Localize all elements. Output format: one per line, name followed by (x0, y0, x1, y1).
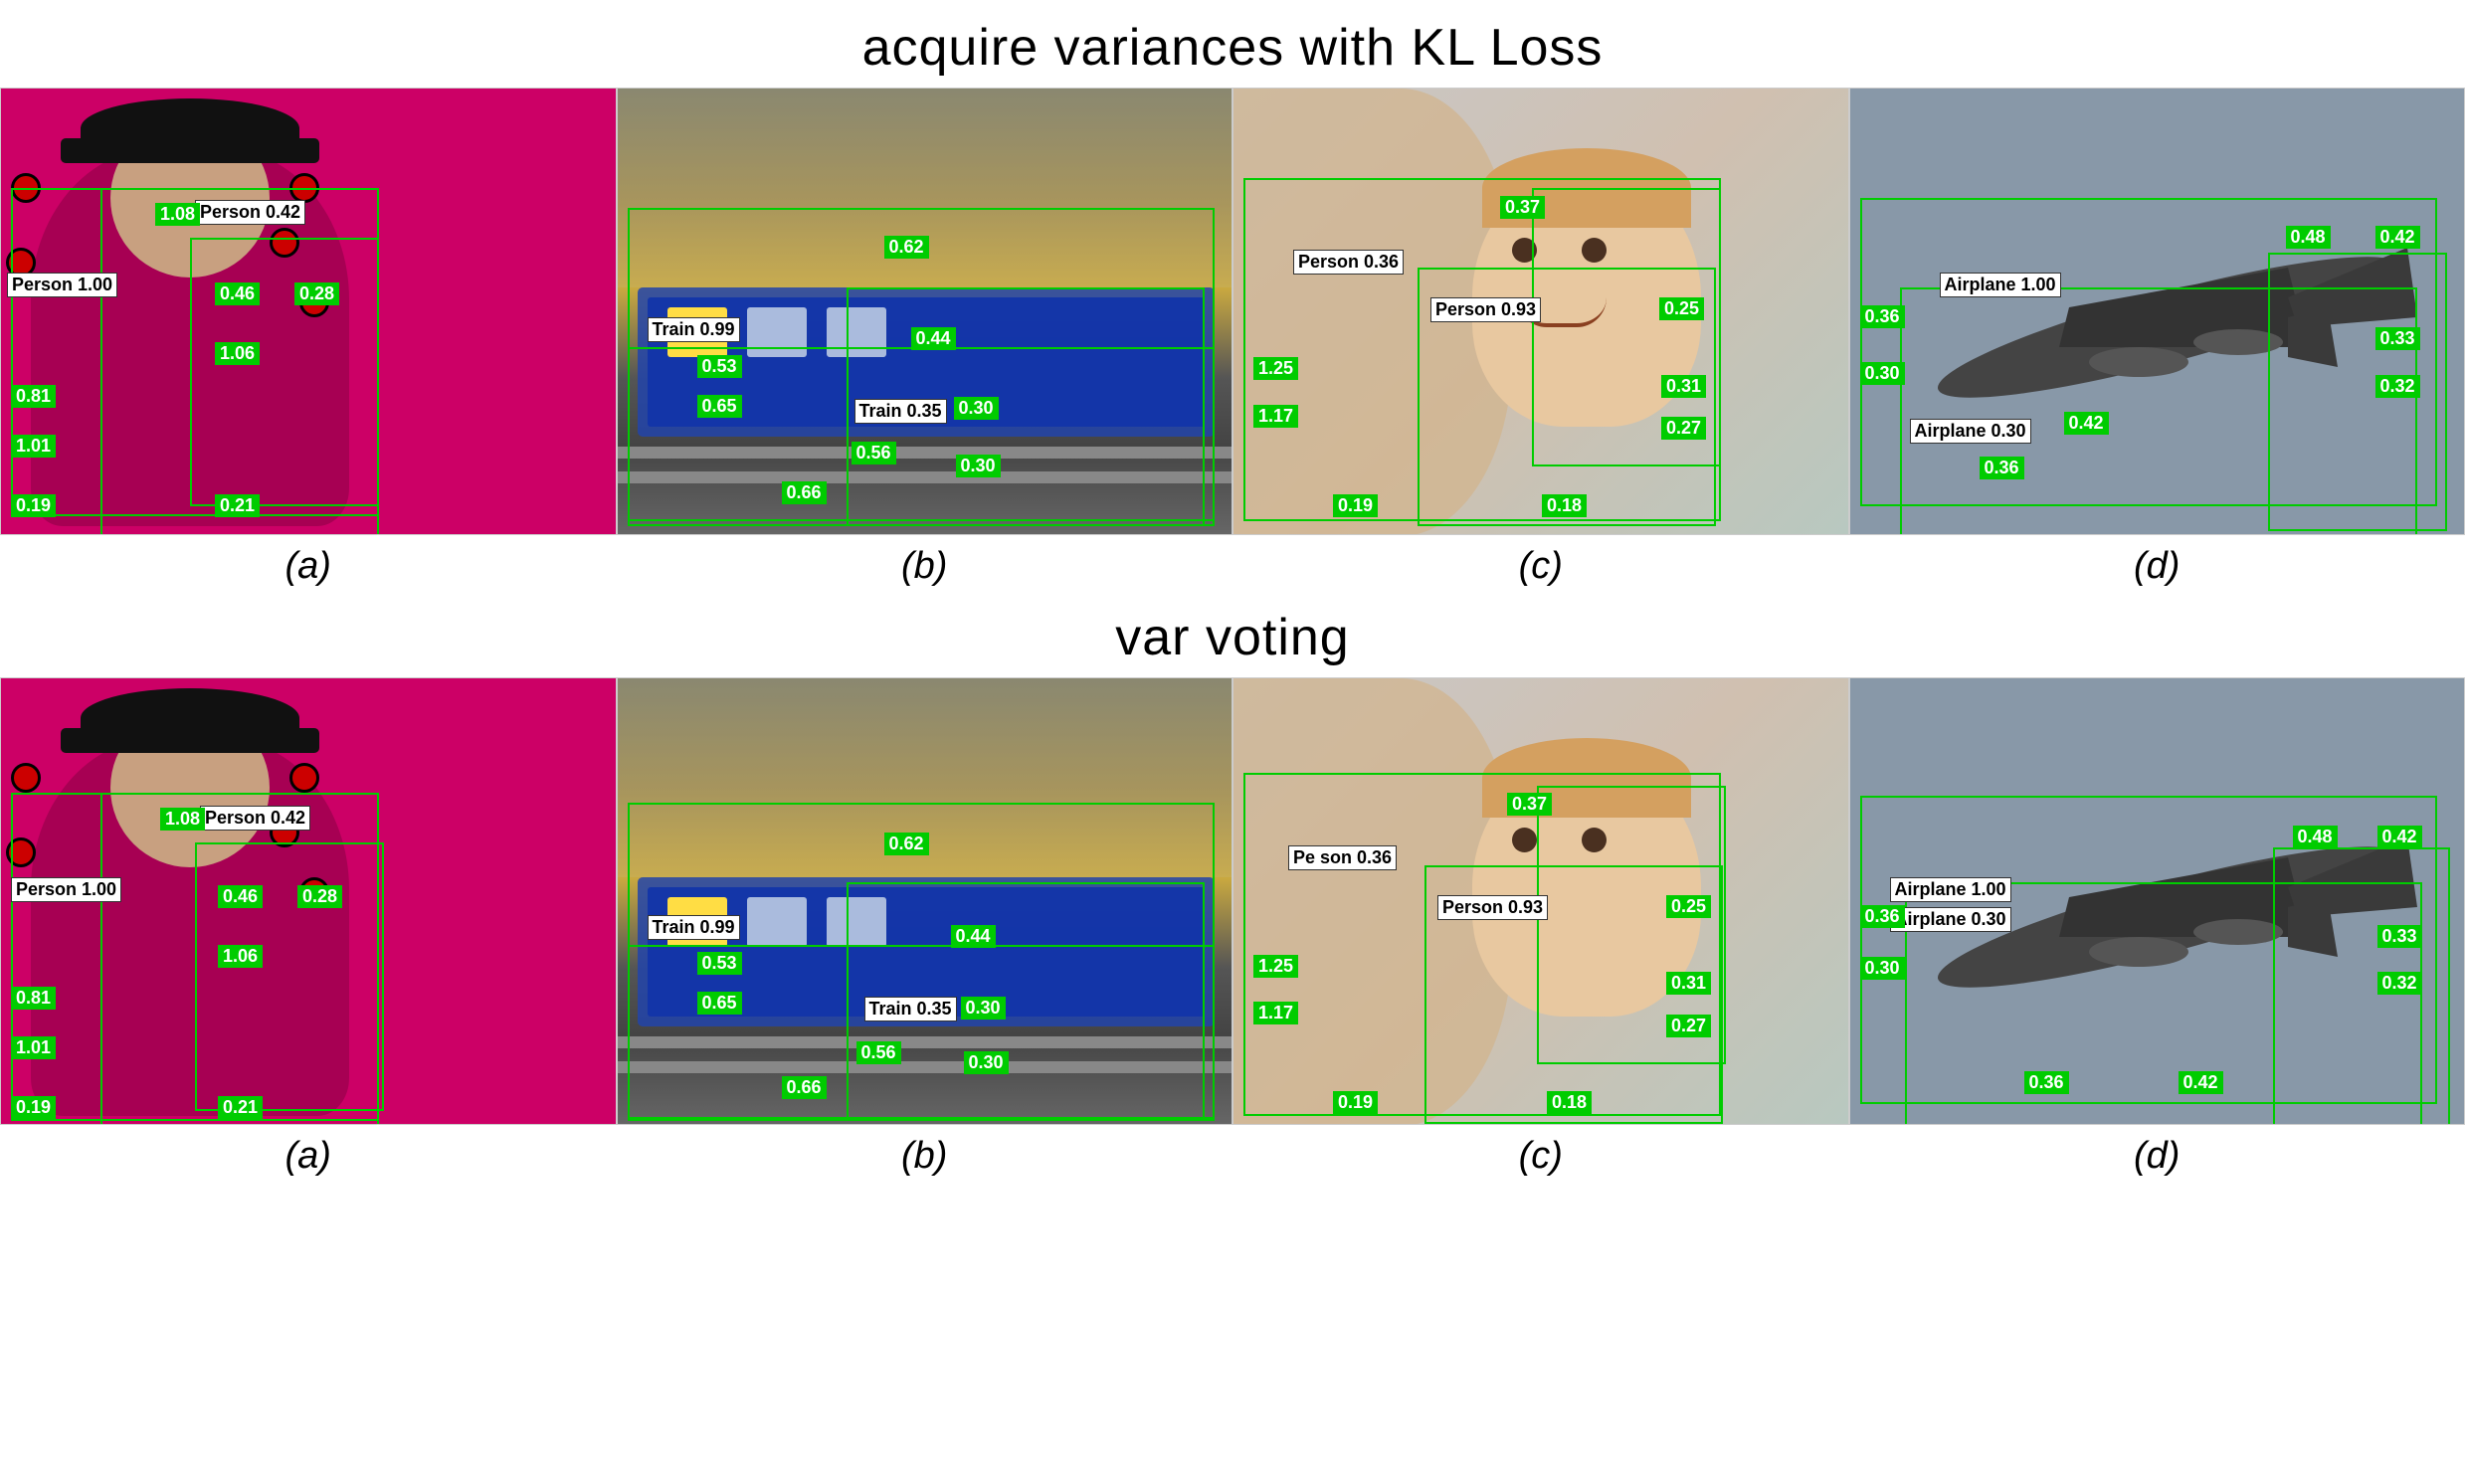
airplane-svg-top (1890, 188, 2447, 466)
caption-top-b: (b) (617, 535, 1233, 590)
caption-bot-c: (c) (1232, 1125, 1849, 1180)
main-title: acquire variances with KL Loss (0, 0, 2465, 88)
cell-top-b: Train 0.99 Train 0.35 0.62 0.44 0.53 0.3… (617, 88, 1233, 535)
cell-top-c: Person 0.36 Person 0.93 0.37 0.25 1.25 0… (1232, 88, 1849, 535)
caption-top-c: (c) (1232, 535, 1849, 590)
cell-top-a: Person 1.00 Person 0.42 1.08 0.46 0.28 1… (0, 88, 617, 535)
cell-top-d: Airplane 1.00 Airplane 0.30 0.48 0.42 0.… (1849, 88, 2465, 535)
cell-bot-d: Airplane 1.00 Airplane 0.30 0.48 0.42 0.… (1849, 677, 2465, 1125)
airplane-svg-bot (1890, 778, 2447, 1056)
cell-bot-a: Person 1.00 Person 0.42 1.08 0.46 0.28 1… (0, 677, 617, 1125)
section-title: var voting (0, 590, 2465, 677)
caption-top-a: (a) (0, 535, 617, 590)
caption-top-d: (d) (1849, 535, 2465, 590)
caption-bot-b: (b) (617, 1125, 1233, 1180)
cell-bot-b: Train 0.99 Train 0.35 0.62 0.44 0.53 0.3… (617, 677, 1233, 1125)
caption-bot-a: (a) (0, 1125, 617, 1180)
caption-bot-d: (d) (1849, 1125, 2465, 1180)
cell-bot-c: Pe son 0.36 Person 0.93 0.37 0.25 1.25 0… (1232, 677, 1849, 1125)
